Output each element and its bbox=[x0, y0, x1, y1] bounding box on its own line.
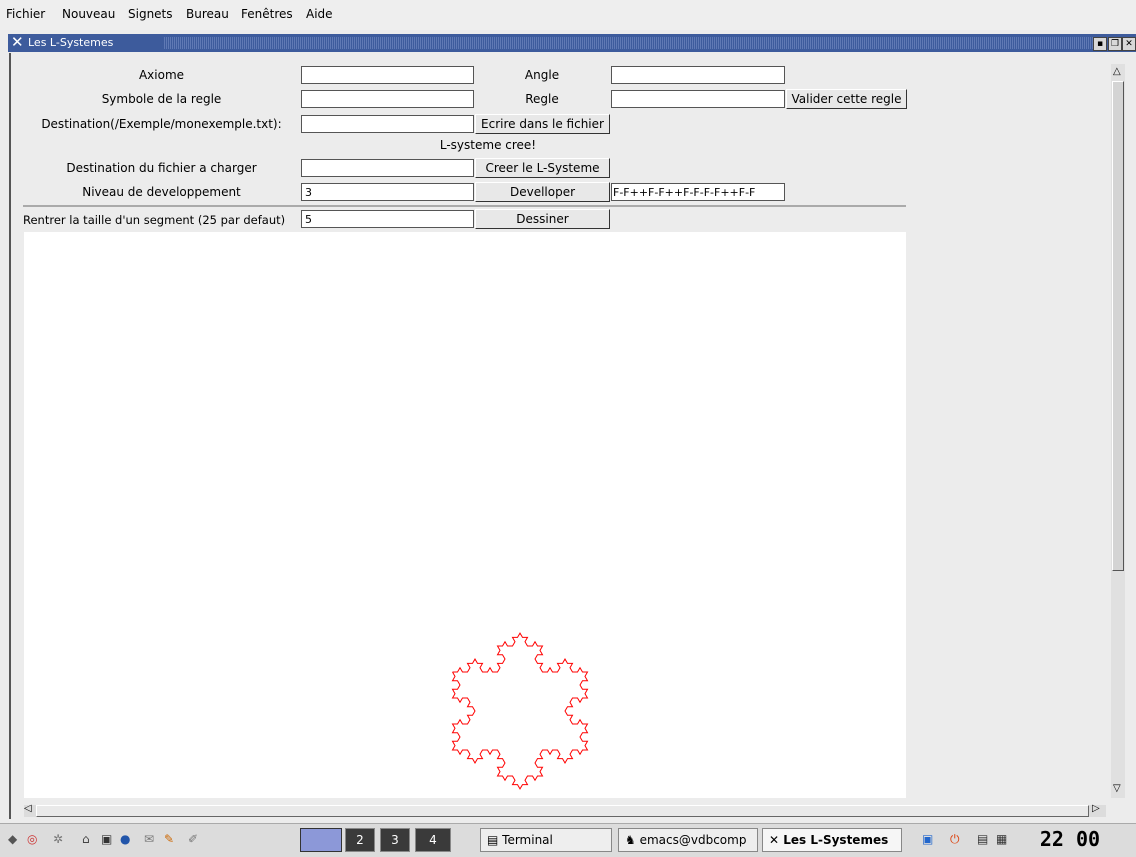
x-logo-icon: ✕ bbox=[11, 33, 24, 51]
title-bar-pattern bbox=[163, 37, 1093, 49]
ecrire-fichier-button[interactable]: Ecrire dans le fichier bbox=[475, 114, 610, 134]
window-title: Les L-Systemes bbox=[28, 36, 114, 49]
gnome-foot-icon[interactable]: ◆ bbox=[8, 832, 24, 848]
regle-input[interactable] bbox=[611, 90, 785, 108]
close-icon[interactable]: ✕ bbox=[1122, 37, 1136, 51]
angle-label: Angle bbox=[524, 68, 560, 82]
task-terminal-label: Terminal bbox=[502, 833, 553, 847]
scroll-left-icon[interactable]: ◁ bbox=[24, 803, 32, 814]
tool-icon[interactable]: ✐ bbox=[188, 832, 204, 848]
home-icon[interactable]: ⌂ bbox=[82, 832, 98, 848]
menu-fichier[interactable]: Fichier bbox=[6, 7, 45, 21]
workspace-4[interactable]: 4 bbox=[415, 828, 451, 852]
menu-bar: Fichier Nouveau Signets Bureau Fenêtres … bbox=[0, 0, 1136, 30]
power-icon[interactable]: ⏻ bbox=[950, 832, 966, 848]
taille-input[interactable]: 5 bbox=[301, 210, 474, 228]
fichier-charger-label: Destination du fichier a charger bbox=[66, 161, 257, 175]
calendar-icon[interactable]: ▦ bbox=[996, 832, 1012, 848]
axiome-label: Axiome bbox=[138, 68, 185, 82]
scroll-up-icon[interactable]: △ bbox=[1113, 66, 1121, 77]
symbole-input[interactable] bbox=[301, 90, 474, 108]
developper-button[interactable]: Develloper bbox=[475, 182, 610, 202]
dessiner-button[interactable]: Dessiner bbox=[475, 209, 610, 229]
task-emacs[interactable]: ♞ emacs@vdbcomp bbox=[618, 828, 758, 852]
horizontal-scroll-thumb[interactable] bbox=[36, 805, 1089, 817]
lock-icon[interactable]: ▣ bbox=[922, 832, 938, 848]
scroll-right-icon[interactable]: ▷ bbox=[1092, 803, 1100, 814]
menu-signets[interactable]: Signets bbox=[128, 7, 173, 21]
separator bbox=[23, 205, 906, 207]
minimize-icon[interactable]: ▪ bbox=[1093, 37, 1107, 51]
terminal-icon: ▤ bbox=[487, 833, 503, 847]
status-text: L-systeme cree! bbox=[439, 138, 537, 152]
task-terminal[interactable]: ▤ Terminal bbox=[480, 828, 612, 852]
workspace-1[interactable] bbox=[300, 828, 342, 852]
workspace-2[interactable]: 2 bbox=[345, 828, 375, 852]
symbole-label: Symbole de la regle bbox=[101, 92, 222, 106]
window-title-bar[interactable]: ✕ Les L-Systemes ▪ ❐ ✕ bbox=[8, 33, 1136, 52]
task-lsystemes-label: Les L-Systemes bbox=[783, 833, 889, 847]
clock: 22 00 bbox=[1039, 827, 1101, 851]
fichier-charger-input[interactable] bbox=[301, 159, 474, 177]
koch-snowflake-drawing bbox=[451, 632, 589, 790]
valider-regle-button[interactable]: Valider cette regle bbox=[786, 89, 907, 109]
menu-bureau[interactable]: Bureau bbox=[186, 7, 229, 21]
email-icon[interactable]: ✉ bbox=[144, 832, 160, 848]
menu-nouveau[interactable]: Nouveau bbox=[62, 7, 115, 21]
menu-aide[interactable]: Aide bbox=[306, 7, 333, 21]
maximize-icon[interactable]: ❐ bbox=[1108, 37, 1122, 51]
browser-icon[interactable]: ● bbox=[120, 832, 136, 848]
task-lsystemes[interactable]: ✕ Les L-Systemes bbox=[762, 828, 902, 852]
niveau-input[interactable]: 3 bbox=[301, 183, 474, 201]
koch-snowflake-curve bbox=[451, 632, 589, 790]
emacs-icon: ♞ bbox=[625, 833, 640, 847]
scroll-down-icon[interactable]: ▽ bbox=[1113, 783, 1121, 794]
gear-icon[interactable]: ✲ bbox=[53, 832, 69, 848]
destination-label: Destination(/Exemple/monexemple.txt): bbox=[41, 117, 282, 131]
niveau-label: Niveau de developpement bbox=[82, 185, 241, 199]
editor-icon[interactable]: ✎ bbox=[164, 832, 180, 848]
axiome-input[interactable] bbox=[301, 66, 474, 84]
taskbar: ◆ ◎ ✲ ⌂ ▣ ● ✉ ✎ ✐ 2 3 4 ▤ Terminal ♞ ema… bbox=[0, 823, 1136, 857]
vertical-scroll-thumb[interactable] bbox=[1112, 81, 1124, 571]
destination-input[interactable] bbox=[301, 115, 474, 133]
drawing-canvas[interactable] bbox=[24, 232, 906, 798]
creer-lsysteme-button[interactable]: Creer le L-Systeme bbox=[475, 158, 610, 178]
lifebuoy-icon[interactable]: ◎ bbox=[27, 832, 43, 848]
regle-label: Regle bbox=[525, 92, 559, 106]
task-emacs-label: emacs@vdbcomp bbox=[639, 833, 747, 847]
terminal-launcher-icon[interactable]: ▣ bbox=[101, 832, 117, 848]
workspace-3[interactable]: 3 bbox=[380, 828, 410, 852]
taille-label: Rentrer la taille d'un segment (25 par d… bbox=[23, 213, 286, 227]
angle-input[interactable] bbox=[611, 66, 785, 84]
x-app-icon: ✕ bbox=[769, 833, 784, 847]
menu-fenetres[interactable]: Fenêtres bbox=[241, 7, 293, 21]
result-output[interactable]: F-F++F-F++F-F-F-F++F-F bbox=[611, 183, 785, 201]
clipboard-icon[interactable]: ▤ bbox=[977, 832, 993, 848]
